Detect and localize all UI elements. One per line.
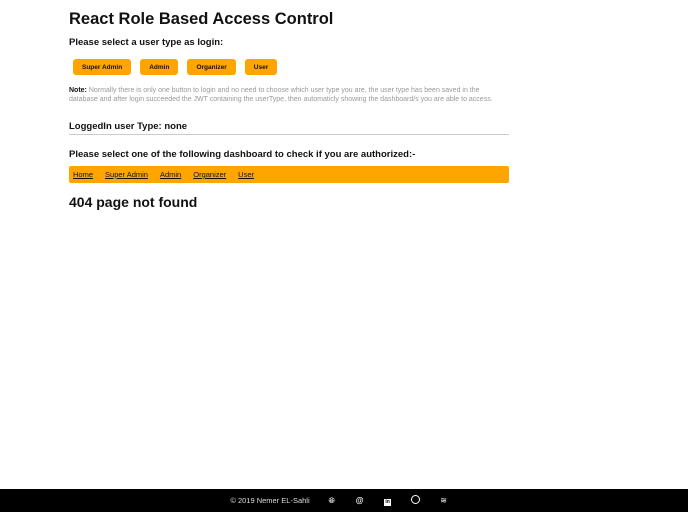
not-found-message: 404 page not found: [69, 194, 198, 210]
nav-admin[interactable]: Admin: [160, 170, 181, 179]
globe-icon[interactable]: 🌐︎: [318, 496, 346, 506]
admin-login-button[interactable]: Admin: [140, 59, 179, 75]
nav-organizer[interactable]: Organizer: [193, 170, 226, 179]
copyright: © 2019 Nemer EL-Sahli: [230, 496, 310, 505]
note: Note: Normally there is only one button …: [69, 87, 509, 104]
page-title: React Role Based Access Control: [69, 10, 334, 28]
nav-super-admin[interactable]: Super Admin: [105, 170, 148, 179]
divider: [69, 134, 509, 135]
stackoverflow-icon[interactable]: ≋: [430, 496, 458, 505]
at-icon[interactable]: @: [346, 496, 374, 505]
footer: © 2019 Nemer EL-Sahli 🌐︎ @ in ≋: [0, 489, 688, 512]
select-prompt: Please select a user type as login:: [69, 37, 224, 48]
linkedin-icon[interactable]: in: [374, 496, 402, 506]
note-label: Note:: [69, 87, 87, 94]
dashboard-prompt: Please select one of the following dashb…: [69, 149, 416, 160]
note-text: Normally there is only one button to log…: [69, 87, 493, 103]
github-icon[interactable]: [402, 495, 430, 506]
nav-user[interactable]: User: [238, 170, 254, 179]
logged-in-type: LoggedIn user Type: none: [69, 121, 188, 132]
super-admin-login-button[interactable]: Super Admin: [73, 59, 132, 75]
nav-home[interactable]: Home: [73, 170, 93, 179]
login-buttons: Super Admin Admin Organizer User: [73, 59, 278, 75]
organizer-login-button[interactable]: Organizer: [187, 59, 236, 75]
user-login-button[interactable]: User: [244, 59, 278, 75]
dashboard-nav: Home Super Admin Admin Organizer User: [69, 166, 509, 183]
